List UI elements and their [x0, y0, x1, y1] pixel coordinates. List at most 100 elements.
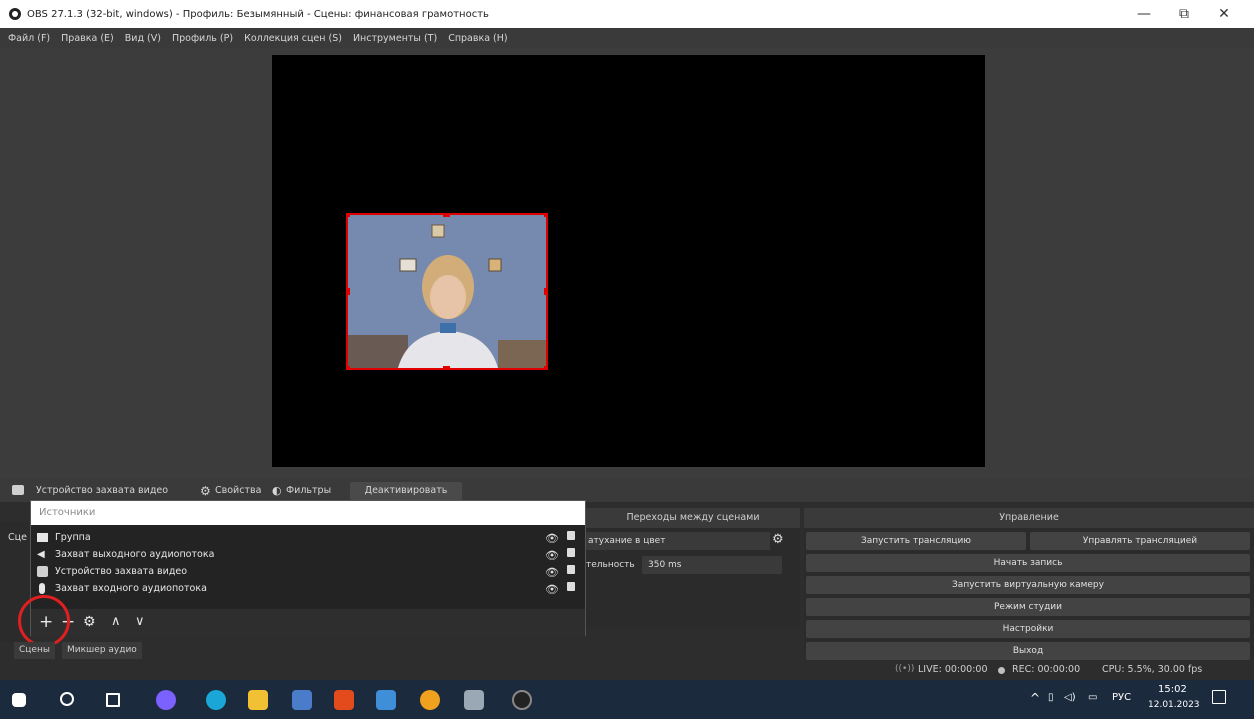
transition-select[interactable]: атухание в цвет [586, 532, 770, 550]
title-bar: OBS 27.1.3 (32-bit, windows) - Профиль: … [0, 0, 1254, 28]
start-recording-button[interactable]: Начать запись [806, 554, 1250, 572]
menu-tools[interactable]: Инструменты (T) [353, 33, 437, 44]
source-item[interactable]: Захват входного аудиопотока 👁 [31, 580, 585, 597]
status-bar: ((•)) LIVE: 00:00:00 REC: 00:00:00 CPU: … [0, 660, 1254, 680]
network-icon[interactable]: ▭ [1088, 692, 1097, 703]
chrome-icon[interactable] [420, 690, 440, 710]
selected-source-label: Устройство захвата видео [36, 485, 169, 496]
source-item[interactable]: Устройство захвата видео 👁 [31, 563, 585, 580]
resize-handle[interactable] [348, 215, 350, 217]
menu-profile[interactable]: Профиль (P) [172, 33, 233, 44]
speaker-icon: ◀ [37, 549, 45, 560]
camera-icon [12, 485, 24, 495]
folder-icon [37, 533, 48, 542]
alice-assistant-icon[interactable] [156, 690, 176, 710]
gear-icon: ⚙ [200, 484, 211, 498]
live-icon: ((•)) [895, 664, 915, 674]
source-item-label: Устройство захвата видео [55, 566, 188, 577]
file-explorer-icon[interactable] [248, 690, 268, 710]
task-view-icon[interactable] [106, 693, 120, 707]
cpu-status: CPU: 5.5%, 30.00 fps [1102, 664, 1203, 675]
settings-button[interactable]: Настройки [806, 620, 1250, 638]
sources-title: Источники [31, 501, 585, 525]
resize-handle[interactable] [544, 288, 546, 295]
edge-browser-icon[interactable] [206, 690, 226, 710]
exit-button[interactable]: Выход [806, 642, 1250, 660]
lock-icon[interactable] [567, 548, 575, 557]
visibility-eye-icon[interactable]: 👁 [545, 547, 559, 564]
clock-time[interactable]: 15:02 [1158, 684, 1187, 695]
clock-date[interactable]: 12.01.2023 [1148, 700, 1200, 710]
source-item-label: Группа [55, 532, 91, 543]
filters-button[interactable]: Фильтры [286, 482, 331, 500]
filters-icon: ◐ [272, 484, 282, 497]
menu-scene-collection[interactable]: Коллекция сцен (S) [244, 33, 342, 44]
webcam-source-image[interactable] [346, 213, 548, 370]
controls-title: Управление [804, 508, 1254, 528]
visibility-eye-icon[interactable]: 👁 [545, 581, 559, 598]
resize-handle[interactable] [544, 215, 546, 217]
manage-stream-button[interactable]: Управлять трансляцией [1030, 532, 1250, 550]
menu-file[interactable]: Файл (F) [8, 33, 50, 44]
lock-icon[interactable] [567, 531, 575, 540]
resize-handle[interactable] [443, 366, 450, 368]
menu-help[interactable]: Справка (H) [448, 33, 507, 44]
tab-scenes[interactable]: Сцены [14, 642, 55, 659]
lock-icon[interactable] [567, 565, 575, 574]
close-button[interactable]: ✕ [1204, 0, 1244, 28]
source-item[interactable]: Группа 👁 [31, 529, 585, 546]
studio-mode-button[interactable]: Режим студии [806, 598, 1250, 616]
obs-logo-icon [9, 8, 21, 20]
rec-timer: REC: 00:00:00 [1012, 664, 1081, 675]
store-icon[interactable] [292, 690, 312, 710]
source-properties-gear-icon[interactable]: ⚙ [83, 612, 96, 632]
language-indicator[interactable]: РУС [1112, 692, 1131, 703]
taskbar: ^ ▯ ◁) ▭ РУС 15:02 12.01.2023 [0, 680, 1254, 719]
window-title: OBS 27.1.3 (32-bit, windows) - Профиль: … [27, 8, 489, 20]
deactivate-button[interactable]: Деактивировать [350, 482, 462, 500]
source-item-label: Захват выходного аудиопотока [55, 549, 215, 560]
mail-icon[interactable] [376, 690, 396, 710]
lock-icon[interactable] [567, 582, 575, 591]
search-icon[interactable] [60, 692, 74, 706]
resize-handle[interactable] [544, 366, 546, 368]
duration-input[interactable]: 350 ms [642, 556, 782, 574]
resize-handle[interactable] [348, 366, 350, 368]
visibility-eye-icon[interactable]: 👁 [545, 564, 559, 581]
transitions-panel: Переходы между сценами атухание в цвет ⚙… [586, 508, 800, 628]
virtual-camera-button[interactable]: Запустить виртуальную камеру [806, 576, 1250, 594]
transition-settings-gear-icon[interactable]: ⚙ [772, 532, 784, 547]
paint-icon[interactable] [464, 690, 484, 710]
source-item[interactable]: ◀ Захват выходного аудиопотока 👁 [31, 546, 585, 563]
sources-toolbar: + − ⚙ ∧ ∨ [31, 609, 585, 636]
start-stream-button[interactable]: Запустить трансляцию [806, 532, 1026, 550]
visibility-eye-icon[interactable]: 👁 [545, 530, 559, 547]
highlight-circle [18, 595, 70, 647]
office-icon[interactable] [334, 690, 354, 710]
minimize-button[interactable]: — [1124, 0, 1164, 28]
tray-chevron-up-icon[interactable]: ^ [1030, 691, 1040, 705]
notifications-icon[interactable] [1212, 690, 1226, 704]
resize-handle[interactable] [348, 288, 350, 295]
source-toolbar: Устройство захвата видео ⚙ Свойства ◐ Фи… [0, 478, 1254, 502]
maximize-button[interactable]: ⧉ [1164, 0, 1204, 28]
properties-button[interactable]: Свойства [215, 482, 261, 500]
menu-view[interactable]: Вид (V) [125, 33, 161, 44]
tab-audio-mixer[interactable]: Микшер аудио [62, 642, 142, 659]
move-down-chevron-icon[interactable]: ∨ [135, 612, 145, 632]
tray-battery-icon[interactable]: ▯ [1048, 692, 1054, 703]
menu-edit[interactable]: Правка (E) [61, 33, 114, 44]
microphone-icon [39, 583, 45, 594]
rec-icon [998, 667, 1005, 674]
obs-taskbar-icon[interactable] [512, 690, 532, 710]
menu-bar: Файл (F) Правка (E) Вид (V) Профиль (P) … [0, 28, 1254, 48]
move-up-chevron-icon[interactable]: ∧ [111, 612, 121, 632]
live-timer: LIVE: 00:00:00 [918, 664, 988, 675]
transitions-title: Переходы между сценами [586, 508, 800, 528]
resize-handle[interactable] [443, 215, 450, 217]
webcam-scene-illustration [348, 215, 546, 368]
sources-panel: Источники Группа 👁 ◀ Захват выходного ау… [30, 500, 586, 636]
controls-panel: Управление Запустить трансляцию Управлят… [804, 508, 1254, 660]
windows-start-icon[interactable] [12, 693, 26, 707]
volume-icon[interactable]: ◁) [1064, 692, 1076, 703]
